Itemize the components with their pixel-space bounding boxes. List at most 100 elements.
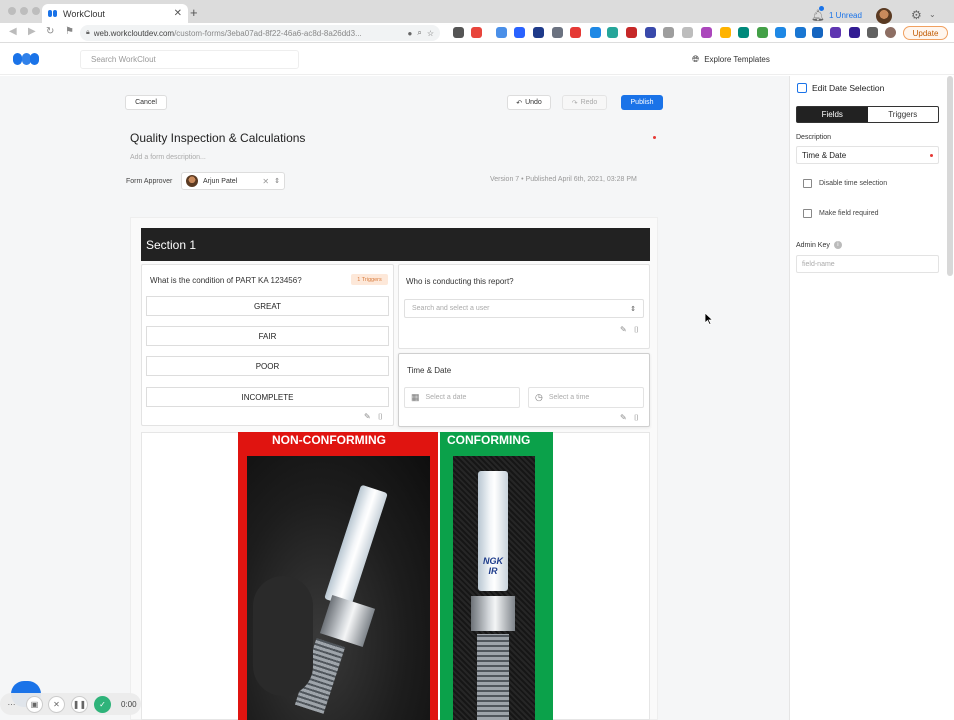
required-indicator (930, 153, 933, 157)
required-checkbox[interactable]: Make field required (803, 209, 879, 218)
time-picker-input[interactable]: ◷ Select a time (528, 387, 644, 408)
extension-grid-icon[interactable] (720, 27, 731, 38)
tab-fields[interactable]: Fields (797, 107, 868, 122)
star-icon[interactable]: ☆ (427, 29, 434, 38)
globe-icon: 🌐︎ (692, 54, 700, 64)
disable-time-checkbox[interactable]: Disable time selection (803, 179, 887, 188)
tab-triggers[interactable]: Triggers (868, 107, 939, 122)
extension-clock-icon[interactable] (552, 27, 563, 38)
user-select-input[interactable]: Search and select a user ⇕ (404, 299, 644, 318)
extension-loop-icon[interactable] (496, 27, 507, 38)
user-select-placeholder: Search and select a user (412, 305, 490, 312)
publish-button[interactable]: Publish (621, 95, 663, 110)
mic-icon[interactable]: ● (408, 29, 413, 38)
camera-toggle-icon[interactable]: ▣ (26, 696, 43, 713)
forward-icon[interactable]: ▶ (28, 26, 36, 37)
option-fair[interactable]: FAIR (146, 326, 389, 346)
camera-icon[interactable]: ⌷ (634, 325, 639, 335)
extension-globe-icon[interactable] (645, 27, 656, 38)
extensions-puzzle-icon[interactable] (867, 27, 878, 38)
camera-icon[interactable]: ⌷ (378, 412, 383, 422)
extension-translate-icon[interactable] (812, 27, 823, 38)
form-description-input[interactable]: Add a form description... (130, 154, 206, 161)
option-great[interactable]: GREAT (146, 296, 389, 316)
extension-shield-icon[interactable] (453, 27, 464, 38)
bell-icon[interactable]: 🔔︎ (811, 9, 825, 22)
edit-pencil-icon[interactable]: ✎ (620, 413, 627, 422)
profile-avatar-icon[interactable] (885, 27, 896, 38)
new-tab-icon[interactable]: + (190, 5, 198, 20)
check-icon[interactable]: ✓ (94, 696, 111, 713)
explore-templates-link[interactable]: 🌐︎ Explore Templates (692, 54, 770, 65)
back-icon[interactable]: ◀ (9, 26, 17, 37)
gear-icon[interactable]: ⚙ (911, 8, 922, 22)
checkbox-box[interactable] (803, 179, 812, 188)
bookmark-icon[interactable]: ⚑ (65, 26, 74, 37)
extension-question-icon[interactable] (626, 27, 637, 38)
extension-m-icon[interactable] (757, 27, 768, 38)
extension-w-icon[interactable] (849, 27, 860, 38)
extension-tp-icon[interactable] (570, 27, 581, 38)
more-options-icon[interactable]: ⋯ (3, 696, 20, 713)
form-approver-select[interactable]: Arjun Patel ✕ ⇕ (181, 172, 285, 190)
user-avatar[interactable] (876, 8, 892, 24)
edit-pencil-icon[interactable]: ✎ (620, 325, 627, 334)
camera-icon[interactable]: ⌷ (634, 413, 639, 423)
select-chevron-icon[interactable]: ⇕ (274, 177, 280, 185)
undo-icon: ↶ (516, 99, 523, 107)
pause-icon[interactable]: ❚❚ (71, 696, 88, 713)
extension-folder-icon[interactable] (590, 27, 601, 38)
redo-button[interactable]: ↷ Redo (562, 95, 607, 110)
option-incomplete[interactable]: INCOMPLETE (146, 387, 389, 407)
info-icon[interactable]: i (833, 241, 842, 249)
required-label: Make field required (819, 210, 879, 217)
form-title[interactable]: Quality Inspection & Calculations (130, 131, 305, 145)
cancel-button[interactable]: Cancel (125, 95, 167, 110)
description-input[interactable]: Time & Date (796, 146, 939, 164)
extension-plus-icon[interactable] (738, 27, 749, 38)
approver-avatar (186, 175, 198, 187)
clear-icon[interactable]: ✕ (262, 177, 269, 186)
browser-tab[interactable]: WorkClout ✕ (42, 4, 188, 23)
zoom-icon[interactable]: ⌕ (417, 28, 421, 38)
section-title[interactable]: Section 1 (141, 228, 650, 261)
address-bar[interactable]: 🔒︎ web.workcloutdev.com/custom-forms/3eb… (80, 25, 440, 41)
extension-box-icon[interactable] (682, 27, 693, 38)
extension-c-icon[interactable] (775, 27, 786, 38)
extension-minus-icon[interactable] (533, 27, 544, 38)
plug-brand-text: NGK IR (483, 556, 503, 576)
panel-title-text: Edit Date Selection (812, 83, 885, 93)
extension-atom-icon[interactable] (607, 27, 618, 38)
search-input[interactable]: Search WorkClout (80, 50, 299, 69)
window-zoom-icon[interactable] (32, 7, 40, 15)
question-text: What is the condition of PART KA 123456? (150, 276, 302, 285)
window-close-icon[interactable] (8, 7, 16, 15)
extension-arrow-icon[interactable] (663, 27, 674, 38)
window-minimize-icon[interactable] (20, 7, 28, 15)
admin-key-input[interactable]: field-name (796, 255, 939, 273)
question-text: Time & Date (407, 366, 452, 375)
undo-button[interactable]: ↶ Undo (507, 95, 551, 110)
url-path: /custom-forms/3eba07ad-8f22-46a6-ac8d-8a… (174, 28, 362, 38)
tab-close-icon[interactable]: ✕ (174, 8, 182, 19)
panel-scrollbar[interactable] (947, 76, 953, 276)
lock-icon: 🔒︎ (86, 29, 90, 36)
edit-pencil-icon[interactable]: ✎ (364, 412, 371, 421)
date-picker-input[interactable]: ▦ Select a date (404, 387, 520, 408)
chevron-down-icon[interactable]: ⌄ (929, 10, 936, 19)
extension-lines-icon[interactable] (830, 27, 841, 38)
reload-icon[interactable]: ↻ (46, 26, 54, 37)
checkbox-box[interactable] (803, 209, 812, 218)
date-placeholder: Select a date (425, 394, 467, 401)
close-icon[interactable]: ✕ (48, 696, 65, 713)
workclout-logo-icon[interactable] (13, 53, 39, 65)
option-poor[interactable]: POOR (146, 356, 389, 376)
question-text: Who is conducting this report? (406, 277, 514, 286)
browser-update-button[interactable]: Update (903, 26, 948, 40)
unread-count[interactable]: 1 Unread (829, 11, 862, 20)
extension-upload-icon[interactable] (795, 27, 806, 38)
extension-circle-icon[interactable] (514, 27, 525, 38)
triggers-badge[interactable]: 1 Triggers (351, 274, 388, 285)
extension-triangle-icon[interactable] (471, 27, 482, 38)
extension-flower-icon[interactable] (701, 27, 712, 38)
